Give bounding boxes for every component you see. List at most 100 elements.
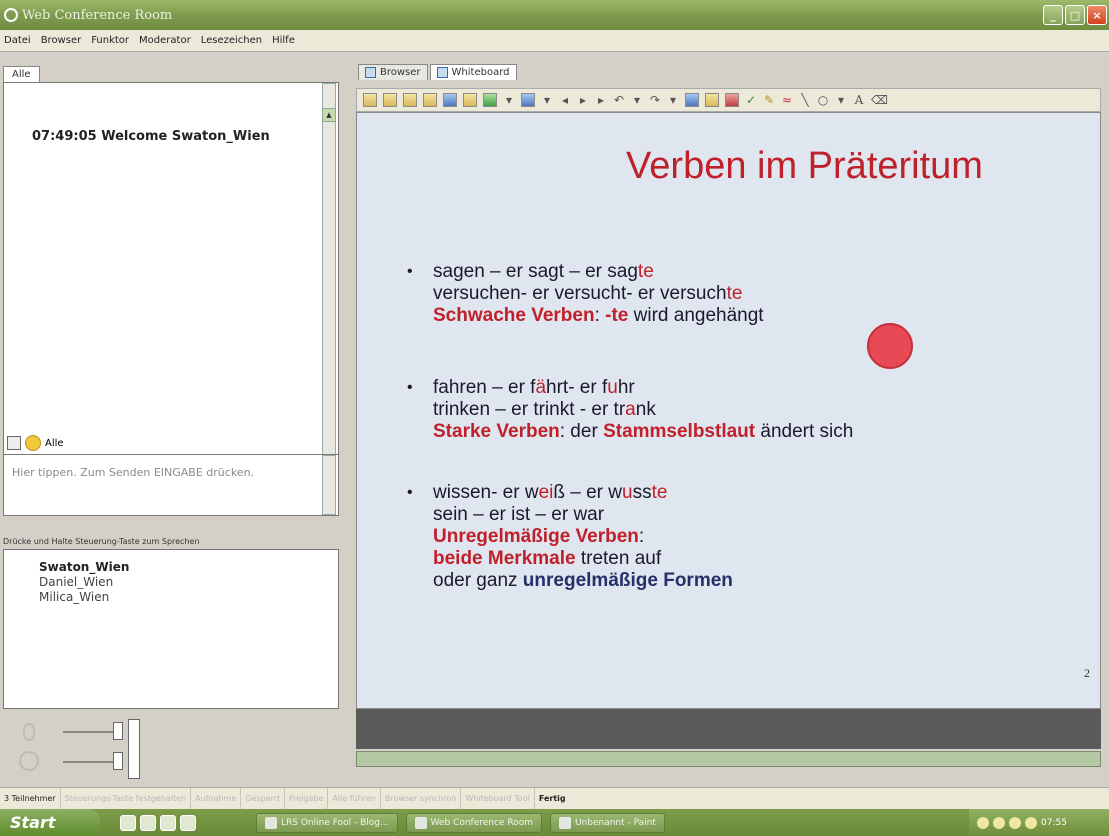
tab-alle[interactable]: Alle [3,66,40,82]
undo-icon[interactable]: ↶ [613,93,625,107]
whiteboard-canvas[interactable]: Verben im Präteritum • sagen – er sagt –… [356,112,1101,709]
tray-icon[interactable] [993,816,1005,829]
menu-item-datei[interactable]: Datei [4,35,31,46]
menu-item-moderator[interactable]: Moderator [139,35,191,46]
tab-whiteboard-label: Whiteboard [451,67,510,78]
input-scrollbar[interactable] [322,455,336,515]
image-icon[interactable] [463,93,477,107]
participant-item[interactable]: Swaton_Wien [39,560,129,574]
audio-controls [3,711,339,781]
push-to-talk-label: Drücke und Halte Steuerung-Taste zum Spr… [3,537,200,546]
menu-item-funktor[interactable]: Funktor [91,35,129,46]
title-bar: Web Conference Room _ □ × [0,0,1109,30]
quick-launch [120,814,196,831]
participant-item[interactable]: Milica_Wien [39,590,109,604]
browser-icon [265,816,277,829]
clock: 07:55 [1041,817,1067,828]
browser-icon [365,67,376,78]
horizontal-scrollbar[interactable] [356,751,1101,767]
whiteboard-icon [436,67,448,78]
system-tray: 07:55 [969,809,1109,836]
first-page-icon[interactable]: ◂ [559,93,571,107]
app-icon [4,8,18,22]
chat-input-placeholder: Hier tippen. Zum Senden EINGABE drücken. [12,466,255,479]
status-done: Fertig [538,794,566,803]
chat-options-icon[interactable] [7,436,21,450]
ellipse-tool-icon[interactable]: ○ [817,93,829,107]
taskbar-item[interactable]: Unbenannt - Paint [549,812,665,833]
tray-icon[interactable] [1025,816,1037,829]
chart-icon[interactable] [521,93,535,107]
chat-log: 07:49:05 Welcome Swaton_Wien ▲ ▼ [3,82,339,485]
bullet-icon: • [407,263,413,280]
frame-icon[interactable] [705,93,719,107]
bullet-text: sagen – er sagt – er sagte versuchen- er… [433,261,764,326]
pointer-tool-icon[interactable] [725,93,739,107]
taskbar-item-label: Web Conference Room [430,817,533,828]
dropdown-icon[interactable]: ▾ [503,93,515,107]
chat-scrollbar[interactable]: ▲ ▼ [322,83,336,484]
mic-slider-thumb[interactable] [113,722,123,740]
right-panel: Browser Whiteboard ▾ ▾ ◂ ▸ ▸ ↶ ▾ ↷ ▾ ✓ ✎… [348,54,1109,786]
dropdown-icon[interactable]: ▾ [667,93,679,107]
dropdown-icon[interactable]: ▾ [541,93,553,107]
content-tabs: Browser Whiteboard [358,64,517,80]
conference-icon [414,816,427,829]
screen-share-icon[interactable] [483,93,497,107]
tray-icon[interactable] [1009,816,1021,829]
bullet-icon: • [407,379,413,396]
copy-icon[interactable] [403,93,417,107]
scroll-up-icon[interactable]: ▲ [322,108,336,122]
taskbar-item[interactable]: Web Conference Room [405,812,542,833]
close-button[interactable]: × [1087,5,1107,25]
tray-icon[interactable] [977,816,989,829]
taskbar-item[interactable]: LRS Online Fool - Blog... [256,812,398,833]
mic-volume-slider[interactable] [63,731,118,733]
speaker-icon [19,751,39,771]
clear-icon[interactable]: ⌫ [871,93,888,107]
menu-item-hilfe[interactable]: Hilfe [272,35,295,46]
status-ptt: Steuerungs-Taste festgehalten [61,788,192,809]
taskbar-item-label: Unbenannt - Paint [574,817,656,828]
pen-icon[interactable]: ✎ [763,93,775,107]
tab-whiteboard[interactable]: Whiteboard [429,64,517,80]
start-button[interactable]: Start [0,809,100,836]
desktop-icon[interactable] [140,814,156,831]
status-bar: 3 Teilnehmer Steuerungs-Taste festgehalt… [0,787,1109,809]
speaker-slider-thumb[interactable] [113,752,123,770]
check-icon[interactable]: ✓ [745,93,757,107]
screen: Web Conference Room _ □ × Datei Browser … [0,0,1109,836]
dropdown-icon[interactable]: ▾ [835,93,847,107]
open-icon[interactable] [383,93,397,107]
chat-recipient[interactable]: Alle [45,438,64,449]
speaker-volume-slider[interactable] [63,761,118,763]
next-icon[interactable]: ▸ [577,93,589,107]
menu-item-lesezeichen[interactable]: Lesezeichen [201,35,262,46]
maximize-button[interactable]: □ [1065,5,1085,25]
bullet-icon: • [407,484,413,501]
save-icon[interactable] [443,93,457,107]
tab-browser[interactable]: Browser [358,64,428,80]
chat-input[interactable]: Hier tippen. Zum Senden EINGABE drücken. [3,454,339,516]
minimize-button[interactable]: _ [1043,5,1063,25]
ie-icon[interactable] [120,814,136,831]
smiley-icon[interactable] [25,435,41,451]
text-tool-icon[interactable]: A [853,93,865,107]
line-tool-icon[interactable]: ╲ [799,93,811,107]
whiteboard-footer [356,709,1101,749]
menu-item-browser[interactable]: Browser [41,35,82,46]
status-sync: Browser synchron [381,788,462,809]
participant-list: Swaton_Wien Daniel_Wien Milica_Wien [3,549,339,709]
new-icon[interactable] [363,93,377,107]
last-page-icon[interactable]: ▸ [595,93,607,107]
print-icon[interactable] [423,93,437,107]
media-icon[interactable] [160,814,176,831]
app-launch-icon[interactable] [180,814,196,831]
marker-icon[interactable]: ≈ [781,93,793,107]
participant-item[interactable]: Daniel_Wien [39,575,113,589]
list-icon[interactable] [685,93,699,107]
participant-count: 3 Teilnehmer [0,788,61,809]
taskbar-item-label: LRS Online Fool - Blog... [281,817,389,828]
redo-icon[interactable]: ↷ [649,93,661,107]
dropdown-icon[interactable]: ▾ [631,93,643,107]
